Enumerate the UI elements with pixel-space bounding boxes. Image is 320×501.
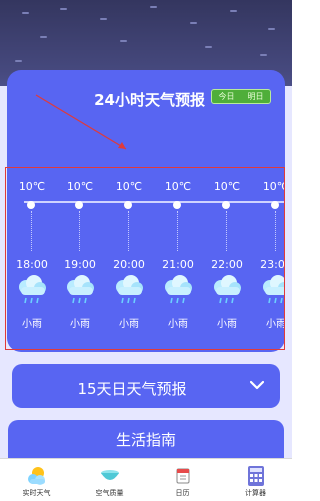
life-guide-title: 生活指南 <box>115 431 176 449</box>
nav-label: 计算器 <box>245 489 266 497</box>
nav-item-realtime-weather[interactable]: 实时天气 <box>0 459 73 501</box>
highlight-box <box>5 167 285 350</box>
calculator-icon <box>248 466 264 486</box>
bottom-nav: 实时天气 空气质量 日历 计算器 <box>0 458 292 501</box>
nav-label: 空气质量 <box>95 489 124 497</box>
calendar-icon <box>176 468 190 484</box>
sun-cloud-icon <box>28 467 45 485</box>
nav-item-calendar[interactable]: 日历 <box>146 459 219 501</box>
annotation-arrow <box>35 94 127 150</box>
toggle-today[interactable]: 今日 <box>219 91 235 102</box>
nav-label: 实时天气 <box>22 489 51 497</box>
toggle-tomorrow[interactable]: 明日 <box>248 91 264 102</box>
nav-item-calculator[interactable]: 计算器 <box>219 459 292 501</box>
chevron-down-icon[interactable] <box>250 380 264 390</box>
nav-label: 日历 <box>175 489 190 497</box>
day-toggle[interactable]: 今日 明日 <box>211 89 271 104</box>
forecast-15day-title: 15天日天气预报 <box>77 380 187 398</box>
nav-item-air-quality[interactable]: 空气质量 <box>73 459 146 501</box>
bowl-icon <box>101 470 119 480</box>
